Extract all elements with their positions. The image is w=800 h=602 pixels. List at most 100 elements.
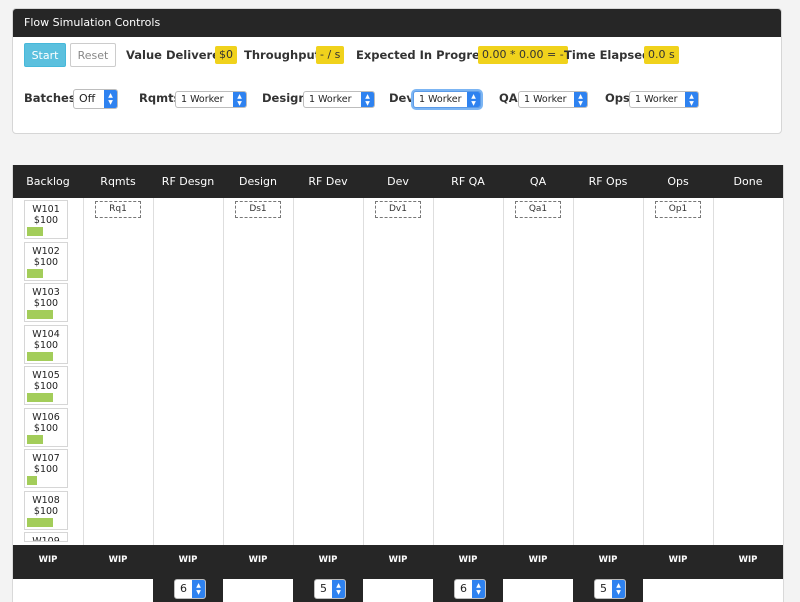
column-header-done: Done	[733, 175, 763, 188]
work-item-id: W108	[32, 494, 60, 506]
wip-label-rf-dev: WIP	[318, 555, 338, 565]
wip-label-dev: WIP	[388, 555, 408, 565]
wip-limit-value: 5	[320, 582, 327, 595]
worker-slot-rq1: Rq1	[95, 201, 141, 218]
work-item-id: W107	[32, 453, 60, 464]
work-item-card[interactable]: W101 $100	[24, 200, 68, 239]
batches-label: Batches	[24, 91, 76, 105]
expected-in-progress-badge: 0.00 * 0.00 = -	[478, 46, 568, 64]
dev-workers-value: 1 Worker	[419, 94, 462, 105]
column-header-ops: Ops	[667, 175, 689, 188]
column-divider	[433, 198, 434, 546]
work-item-id: W104	[32, 328, 60, 340]
work-item-card[interactable]: W102 $100	[24, 241, 68, 281]
reset-button[interactable]: Reset	[70, 43, 116, 67]
select-arrows-icon: ▲ ▼	[472, 580, 485, 598]
design-workers-value: 1 Worker	[309, 94, 352, 105]
rqmts-workers-select[interactable]: 1 Worker ▲ ▼	[175, 91, 247, 108]
select-arrows-icon: ▲ ▼	[361, 92, 374, 107]
start-button[interactable]: Start	[24, 43, 66, 67]
column-divider	[83, 198, 84, 546]
worker-slot-ds1: Ds1	[235, 201, 281, 218]
work-item-value: $100	[33, 422, 59, 434]
work-item-id: W109	[32, 536, 60, 542]
wip-limit-value: 6	[180, 582, 187, 595]
wip-limit-select-rf-ops[interactable]: 5 ▲ ▼	[594, 579, 626, 599]
column-divider	[153, 198, 154, 546]
wip-label-rqmts: WIP	[108, 555, 128, 565]
wip-label-design: WIP	[248, 555, 268, 565]
select-arrows-icon: ▲ ▼	[467, 92, 480, 107]
work-item-value: $100	[33, 505, 59, 517]
select-arrows-icon: ▲ ▼	[104, 90, 117, 108]
work-item-progress-bar	[27, 393, 53, 402]
work-item-id: W102	[32, 245, 60, 257]
column-header-rf-ops: RF Ops	[588, 175, 628, 188]
wip-label-rf-desgn: WIP	[178, 555, 198, 565]
ops-workers-select[interactable]: 1 Worker ▲ ▼	[629, 91, 699, 108]
work-item-card[interactable]: W105 $100	[24, 366, 68, 405]
wip-limit-select-rf-dev[interactable]: 5 ▲ ▼	[314, 579, 346, 599]
wip-limit-select-rf-desgn[interactable]: 6 ▲ ▼	[174, 579, 206, 599]
select-arrows-icon: ▲ ▼	[685, 92, 698, 107]
qa-workers-label: QA	[499, 91, 518, 105]
column-divider	[713, 198, 714, 546]
column-header-rf-desgn: RF Desgn	[161, 175, 215, 188]
work-item-id: W106	[32, 411, 60, 423]
work-item-card[interactable]: W103 $100	[24, 283, 68, 322]
time-elapsed-badge: 0.0 s	[644, 46, 679, 64]
work-item-id: W105	[32, 370, 60, 381]
select-arrows-icon: ▲ ▼	[574, 92, 587, 107]
wip-limit-container: 6 ▲ ▼	[153, 579, 223, 602]
column-divider	[573, 198, 574, 546]
design-workers-select[interactable]: 1 Worker ▲ ▼	[303, 91, 375, 108]
work-item-value: $100	[33, 339, 59, 351]
wip-label-qa: WIP	[528, 555, 548, 565]
wip-label-backlog: WIP	[38, 555, 58, 565]
wip-limit-select-rf-qa[interactable]: 6 ▲ ▼	[454, 579, 486, 599]
value-delivered-badge: $0	[215, 46, 237, 64]
select-arrows-icon: ▲ ▼	[332, 580, 345, 598]
column-header-design: Design	[239, 175, 277, 188]
select-arrows-icon: ▲ ▼	[233, 92, 246, 107]
worker-slot-dv1: Dv1	[375, 201, 421, 218]
wip-limit-value: 6	[460, 582, 467, 595]
dev-workers-select[interactable]: 1 Worker ▲ ▼	[413, 91, 481, 108]
wip-label-done: WIP	[738, 555, 758, 565]
ops-workers-value: 1 Worker	[635, 94, 678, 105]
work-item-card[interactable]: W104 $100	[24, 324, 68, 364]
work-item-progress-bar	[27, 310, 53, 319]
panel-title: Flow Simulation Controls	[13, 9, 781, 37]
select-arrows-icon: ▲ ▼	[192, 580, 205, 598]
work-item-card[interactable]: W109	[24, 532, 68, 542]
work-item-progress-bar	[27, 517, 53, 527]
work-item-card[interactable]: W106 $100	[24, 407, 68, 447]
flow-simulation-controls-panel: Flow Simulation Controls Start Reset Val…	[12, 8, 782, 134]
work-item-progress-bar	[27, 227, 43, 236]
batches-select[interactable]: Off ▲ ▼	[73, 89, 118, 109]
column-header-qa: QA	[529, 175, 547, 188]
work-item-value: $100	[33, 381, 59, 392]
wip-limit-container: 5 ▲ ▼	[573, 579, 643, 602]
wip-limit-container: 6 ▲ ▼	[433, 579, 503, 602]
work-item-card[interactable]: W107 $100	[24, 449, 68, 488]
select-arrows-icon: ▲ ▼	[612, 580, 625, 598]
wip-limit-value: 5	[600, 582, 607, 595]
wip-label-ops: WIP	[668, 555, 688, 565]
work-item-id: W103	[32, 287, 60, 298]
work-item-card[interactable]: W108 $100	[24, 490, 68, 530]
column-divider	[293, 198, 294, 546]
rqmts-workers-value: 1 Worker	[181, 94, 224, 105]
qa-workers-value: 1 Worker	[524, 94, 567, 105]
board-header: Backlog Rqmts RF Desgn Design RF Dev Dev RF QA…	[13, 165, 783, 198]
column-header-rf-qa: RF QA	[451, 175, 485, 188]
wip-label-rf-ops: WIP	[598, 555, 618, 565]
throughput-label: Throughput:	[244, 48, 325, 62]
column-divider	[223, 198, 224, 546]
qa-workers-select[interactable]: 1 Worker ▲ ▼	[518, 91, 588, 108]
column-divider	[503, 198, 504, 546]
worker-slot-qa1: Qa1	[515, 201, 561, 218]
work-item-progress-bar	[27, 476, 37, 485]
wip-footer: WIP WIP WIP WIP WIP WIP WIP WIP WIP WIP WIP	[13, 545, 783, 579]
wip-label-rf-qa: WIP	[458, 555, 478, 565]
